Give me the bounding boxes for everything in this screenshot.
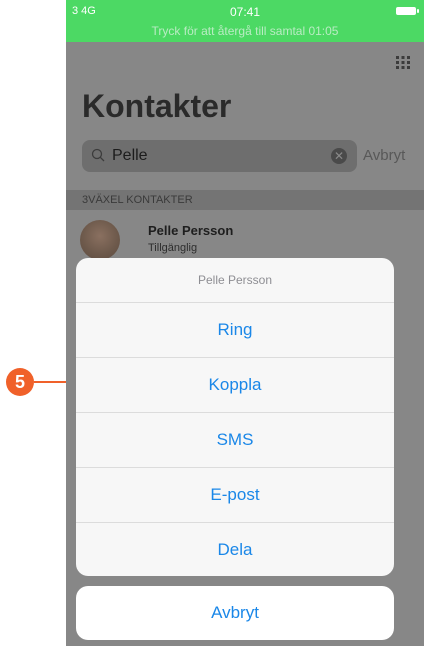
avatar	[80, 220, 120, 260]
page-title: Kontakter	[82, 88, 232, 124]
search-value: Pelle	[112, 147, 148, 164]
contact-status: Tillgänglig	[148, 242, 198, 254]
transfer-button[interactable]: Koppla	[76, 358, 394, 413]
search-icon	[91, 148, 105, 162]
callout-badge: 5	[6, 368, 34, 396]
action-sheet-title: Pelle Persson	[76, 258, 394, 303]
contact-row[interactable]: Pelle Persson Tillgänglig	[66, 212, 424, 262]
search-cancel-button[interactable]: Avbryt	[363, 147, 405, 164]
phone-screen: 3 4G 07:41 Tryck för att återgå till sam…	[66, 0, 424, 646]
return-to-call-text: Tryck för att återgå till samtal 01:05	[151, 24, 339, 38]
search-input[interactable]: Pelle ✕	[82, 140, 357, 172]
action-sheet-cancel-button[interactable]: Avbryt	[76, 586, 394, 640]
clock: 07:41	[229, 5, 261, 19]
email-button[interactable]: E-post	[76, 468, 394, 523]
battery-icon	[396, 7, 419, 15]
action-sheet: Pelle Persson Ring Koppla SMS E-post Del…	[76, 258, 394, 576]
section-header: 3VÄXEL KONTAKTER	[66, 190, 424, 210]
contact-name: Pelle Persson	[148, 223, 234, 238]
share-button[interactable]: Dela	[76, 523, 394, 576]
keypad-icon[interactable]	[396, 56, 410, 70]
active-call-bar[interactable]: 3 4G 07:41 Tryck för att återgå till sam…	[66, 0, 424, 42]
sms-button[interactable]: SMS	[76, 413, 394, 468]
call-button[interactable]: Ring	[76, 303, 394, 358]
clear-search-icon[interactable]: ✕	[331, 148, 347, 164]
